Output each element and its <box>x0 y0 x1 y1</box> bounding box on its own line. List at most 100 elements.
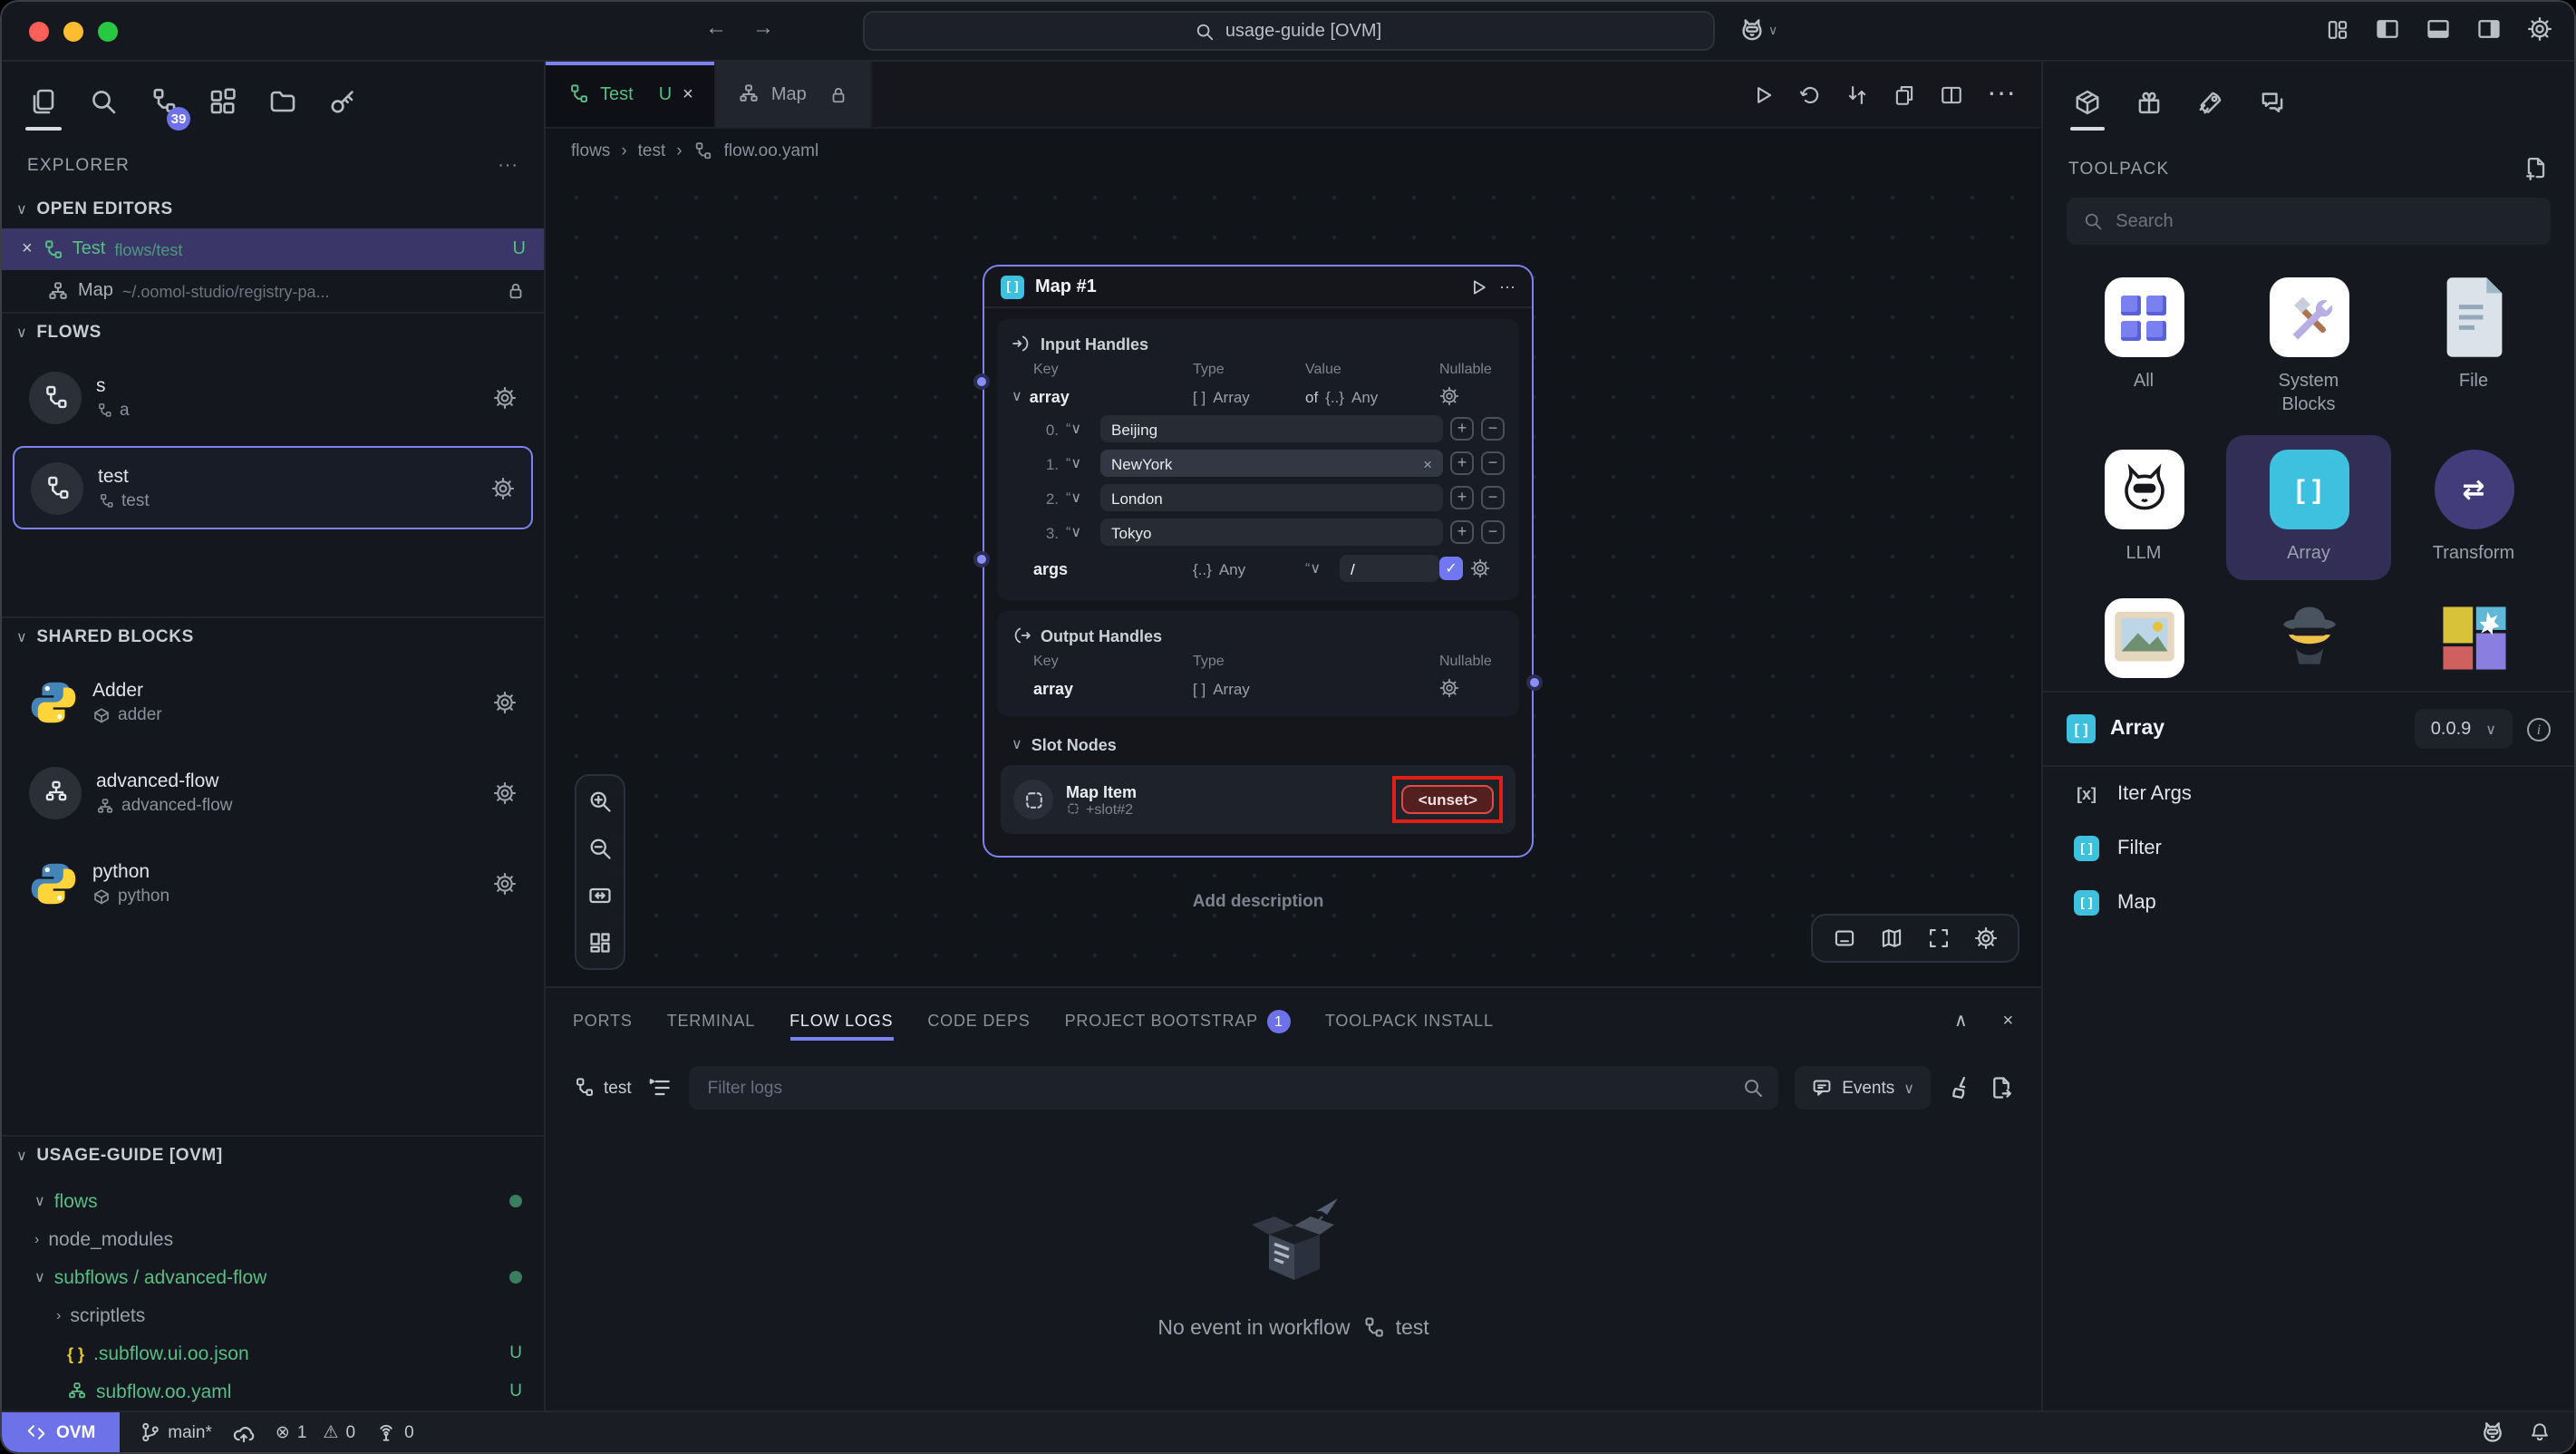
chevron-down-icon[interactable]: ∨ <box>1012 388 1022 404</box>
tree-item-flows[interactable]: ∨ flows <box>2 1182 544 1220</box>
tab-project-bootstrap[interactable]: PROJECT BOOTSTRAP 1 <box>1065 988 1291 1053</box>
secrets-key-icon[interactable] <box>328 62 357 141</box>
zoom-in-icon[interactable] <box>587 785 613 818</box>
breadcrumb[interactable]: flows› test› flow.oo.yaml <box>546 129 2041 174</box>
search-icon[interactable] <box>89 62 118 141</box>
tab-map[interactable]: Map <box>717 62 872 127</box>
toggle-secondary-sidebar-icon[interactable] <box>2476 16 2502 42</box>
forward-button[interactable]: → <box>752 15 774 40</box>
remove-item-button[interactable]: − <box>1481 417 1505 441</box>
tree-item-subflows[interactable]: ∨ subflows / advanced-flow <box>2 1258 544 1296</box>
rocket-icon[interactable] <box>2197 62 2224 141</box>
mascot-icon[interactable] <box>2480 1420 2505 1445</box>
flow-item-test[interactable]: test test <box>13 446 533 529</box>
input-handle-dot[interactable] <box>973 373 990 390</box>
minimize-window-button[interactable] <box>63 22 83 42</box>
version-dropdown[interactable]: 0.0.9 ∨ <box>2415 709 2513 749</box>
array-item-input[interactable]: London <box>1100 484 1443 511</box>
block-item-iter-args[interactable]: [x] Iter Args <box>2043 767 2574 821</box>
tile-file[interactable]: File <box>2391 263 2556 431</box>
workspace-tree-header[interactable]: ∨ USAGE-GUIDE [OVM] <box>2 1135 544 1175</box>
string-type-icon[interactable]: “∨ <box>1066 490 1093 506</box>
chat-icon[interactable] <box>2259 62 2286 141</box>
problems-indicator[interactable]: ⊗1 ⚠0 <box>276 1422 355 1442</box>
back-button[interactable]: ← <box>705 15 727 40</box>
add-description-button[interactable]: Add description <box>983 892 1534 912</box>
shared-blocks-header[interactable]: ∨ SHARED BLOCKS <box>2 616 544 656</box>
toggle-panel-icon[interactable] <box>2426 16 2451 42</box>
maximize-panel-icon[interactable]: ∧ <box>1954 1011 1968 1031</box>
nullable-checkbox[interactable]: ✓ <box>1439 557 1463 580</box>
command-center-search[interactable]: usage-guide [OVM] <box>862 11 1714 51</box>
tab-terminal[interactable]: TERMINAL <box>667 988 755 1053</box>
new-toolpack-icon[interactable] <box>2523 156 2549 181</box>
extensions-icon[interactable] <box>208 62 237 141</box>
mascot-icon[interactable] <box>1738 16 1765 44</box>
close-icon[interactable]: × <box>683 84 693 104</box>
add-item-button[interactable]: + <box>1450 520 1474 544</box>
add-item-button[interactable]: + <box>1450 417 1474 441</box>
fit-view-icon[interactable] <box>587 879 613 912</box>
close-window-button[interactable] <box>29 22 49 42</box>
gear-icon[interactable] <box>1439 678 1459 698</box>
run-icon[interactable] <box>1751 82 1775 106</box>
git-branch[interactable]: main* <box>139 1421 212 1443</box>
slot-unset-button[interactable]: <unset> <box>1402 785 1494 814</box>
toolpack-package-icon[interactable] <box>2074 62 2101 141</box>
tab-flow-logs[interactable]: FLOW LOGS <box>789 988 893 1053</box>
string-type-icon[interactable]: “∨ <box>1066 455 1093 471</box>
array-item-input[interactable]: Tokyo <box>1100 519 1443 546</box>
log-flow-selector[interactable]: test <box>573 1077 632 1099</box>
args-value-input[interactable]: / <box>1340 555 1439 582</box>
bell-icon[interactable] <box>2529 1421 2551 1443</box>
gear-icon[interactable] <box>493 780 517 804</box>
tile-array[interactable]: [ ] Array <box>2226 435 2391 580</box>
chevron-down-icon[interactable]: ∨ <box>1768 23 1777 37</box>
array-item-input[interactable]: NewYork × <box>1100 450 1443 477</box>
gear-icon[interactable] <box>493 690 517 713</box>
remove-item-button[interactable]: − <box>1481 520 1505 544</box>
shared-block-python[interactable]: python python <box>13 841 533 925</box>
remote-indicator[interactable]: OVM <box>2 1412 119 1452</box>
open-editors-header[interactable]: ∨ OPEN EDITORS <box>2 189 544 228</box>
rerun-icon[interactable] <box>1798 82 1822 106</box>
remove-item-button[interactable]: − <box>1481 451 1505 475</box>
gift-icon[interactable] <box>2135 62 2163 141</box>
close-icon[interactable]: × <box>22 239 33 259</box>
string-type-icon[interactable]: “∨ <box>1066 421 1093 437</box>
explorer-icon[interactable] <box>29 62 58 141</box>
tile-scraper[interactable] <box>2226 584 2391 691</box>
shared-block-adder[interactable]: Adder adder <box>13 660 533 743</box>
block-item-filter[interactable]: [ ] Filter <box>2043 821 2574 876</box>
block-item-map[interactable]: [ ] Map <box>2043 876 2574 930</box>
chevron-down-icon[interactable]: ∨ <box>1012 736 1022 752</box>
tree-item-scriptlets[interactable]: › scriptlets <box>2 1296 544 1334</box>
node-more-icon[interactable]: ··· <box>1499 277 1516 296</box>
toggle-sidebar-icon[interactable] <box>2375 16 2400 42</box>
more-actions-icon[interactable]: ··· <box>1987 78 2016 111</box>
remove-item-button[interactable]: − <box>1481 486 1505 509</box>
gear-icon[interactable] <box>491 476 515 499</box>
customize-layout-icon[interactable] <box>2326 17 2349 41</box>
slot-node-card[interactable]: Map Item +slot#2 <unset> <box>1001 765 1516 834</box>
duplicate-icon[interactable] <box>1893 82 1916 106</box>
split-editor-icon[interactable] <box>1940 82 1963 106</box>
tab-test[interactable]: Test U × <box>546 62 717 127</box>
flow-canvas[interactable]: [ ] Map #1 ··· Input Handles Key <box>546 174 2041 986</box>
tile-all[interactable]: All <box>2061 263 2226 431</box>
array-item-input[interactable]: Beijing <box>1100 415 1443 442</box>
string-type-icon[interactable]: “∨ <box>1305 560 1332 577</box>
gear-icon[interactable] <box>1470 558 1490 578</box>
tile-collage[interactable] <box>2391 584 2556 691</box>
log-level-filter-icon[interactable] <box>648 1075 673 1100</box>
minimap-icon[interactable] <box>1880 926 1903 950</box>
events-dropdown[interactable]: Events ∨ <box>1795 1066 1931 1110</box>
string-type-icon[interactable]: “∨ <box>1066 524 1093 540</box>
gear-icon[interactable] <box>1439 386 1459 406</box>
auto-layout-icon[interactable] <box>587 926 613 959</box>
tile-transform[interactable]: ⇄ Transform <box>2391 435 2556 580</box>
explorer-more-icon[interactable]: ··· <box>498 155 518 175</box>
tile-llm[interactable]: LLM <box>2061 435 2226 580</box>
canvas-settings-icon[interactable] <box>1974 926 1998 950</box>
shared-block-advanced-flow[interactable]: advanced-flow advanced-flow <box>13 751 533 834</box>
